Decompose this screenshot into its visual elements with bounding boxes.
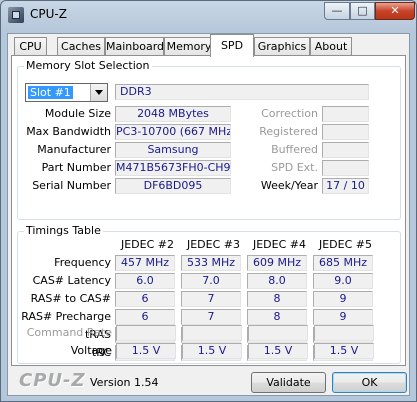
timings-cell: 8.0 — [247, 273, 307, 289]
timings-column-header: JEDEC #2 — [120, 238, 174, 251]
correction-value — [322, 106, 369, 122]
timings-column-header: JEDEC #3 — [186, 238, 240, 251]
timings-cell — [182, 325, 242, 341]
timings-cell — [116, 325, 176, 341]
window-title: CPU-Z — [30, 7, 67, 21]
tab-mainboard[interactable]: Mainboard — [105, 37, 164, 56]
timings-row-label: Voltage — [70, 344, 112, 357]
part-number-value: M471B5673FH0-CH9 — [115, 160, 231, 176]
serial-number-label: Serial Number — [32, 179, 111, 192]
memory-slot-group: Memory Slot Selection Slot #1 DDR3 Modul… — [17, 59, 401, 220]
close-button[interactable]: ✕ — [375, 2, 415, 20]
max-bandwidth-label: Max Bandwidth — [26, 125, 111, 138]
tab-memory[interactable]: Memory — [164, 37, 214, 56]
tab-cpu[interactable]: CPU — [14, 37, 47, 56]
cpuz-window: CPU-Z — □ ✕ CPU Caches Mainboard Memory … — [0, 0, 417, 402]
timings-cell: 457 MHz — [115, 255, 175, 271]
tab-graphics[interactable]: Graphics — [254, 37, 310, 56]
timings-cell: 609 MHz — [247, 255, 307, 271]
timings-column-header: JEDEC #4 — [252, 238, 306, 251]
tab-about[interactable]: About — [310, 37, 352, 56]
timings-row-label: Frequency — [54, 256, 111, 269]
module-size-label: Module Size — [44, 107, 111, 120]
week-year-value: 17 / 10 — [322, 178, 369, 194]
timings-row-label: RAS# to CAS# — [30, 292, 111, 305]
timings-cell — [248, 325, 308, 341]
validate-button[interactable]: Validate — [251, 372, 326, 393]
spd-ext-label: SPD Ext. — [271, 161, 318, 174]
ok-button[interactable]: OK — [332, 372, 407, 393]
timings-row-label: Command Rate — [26, 326, 112, 339]
timings-cell: 7 — [181, 291, 241, 307]
maximize-button[interactable]: □ — [350, 2, 375, 20]
timings-cell: 6 — [115, 291, 175, 307]
timings-cell: 1.5 V — [182, 343, 242, 359]
registered-value — [322, 124, 369, 140]
spd-panel: Memory Slot Selection Slot #1 DDR3 Modul… — [11, 55, 406, 366]
part-number-label: Part Number — [41, 161, 111, 174]
slot-select-value: Slot #1 — [28, 86, 73, 99]
client-area: CPU Caches Mainboard Memory SPD Graphics… — [7, 33, 410, 396]
timings-cell: 685 MHz — [313, 255, 373, 271]
timings-cell: 9 — [313, 291, 373, 307]
timings-cell: 533 MHz — [181, 255, 241, 271]
minimize-button[interactable]: — — [324, 2, 350, 20]
memory-type-value: DDR3 — [115, 84, 369, 100]
spd-ext-value — [322, 160, 369, 176]
cpuz-logo: CPU-Z — [19, 370, 86, 391]
timings-row-label: RAS# Precharge — [21, 310, 111, 323]
correction-label: Correction — [261, 107, 318, 120]
tab-caches[interactable]: Caches — [57, 37, 105, 56]
timings-row-label: CAS# Latency — [32, 274, 111, 287]
timings-cell: 1.5 V — [248, 343, 308, 359]
timings-cell: 1.5 V — [314, 343, 374, 359]
timings-cell: 6 — [115, 309, 175, 325]
serial-number-value: DF6BD095 — [115, 178, 231, 194]
registered-label: Registered — [259, 125, 318, 138]
timings-column-header: JEDEC #5 — [318, 238, 372, 251]
timings-cell: 9 — [313, 309, 373, 325]
memory-slot-group-label: Memory Slot Selection — [24, 59, 152, 72]
week-year-label: Week/Year — [260, 179, 318, 192]
timings-cell: 1.5 V — [116, 343, 176, 359]
manufacturer-value: Samsung — [115, 142, 231, 158]
buffered-label: Buffered — [271, 143, 318, 156]
max-bandwidth-value: PC3-10700 (667 MHz) — [115, 124, 231, 140]
slot-select[interactable]: Slot #1 — [25, 83, 108, 102]
timings-cell: 8 — [247, 291, 307, 307]
timings-group-label: Timings Table — [24, 224, 103, 237]
timings-cell: 8 — [247, 309, 307, 325]
manufacturer-label: Manufacturer — [37, 143, 111, 156]
timings-cell: 9.0 — [313, 273, 373, 289]
timings-cell: 7.0 — [181, 273, 241, 289]
buffered-value — [322, 142, 369, 158]
version-label: Version 1.54 — [90, 376, 159, 389]
timings-cell: 7 — [181, 309, 241, 325]
tab-spd[interactable]: SPD — [210, 34, 254, 57]
cpuz-app-icon — [8, 7, 24, 23]
timings-cell: 6.0 — [115, 273, 175, 289]
timings-cell — [314, 325, 374, 341]
title-bar[interactable]: CPU-Z — □ ✕ — [1, 1, 416, 29]
chevron-down-icon[interactable] — [90, 84, 107, 101]
module-size-value: 2048 MBytes — [115, 106, 231, 122]
